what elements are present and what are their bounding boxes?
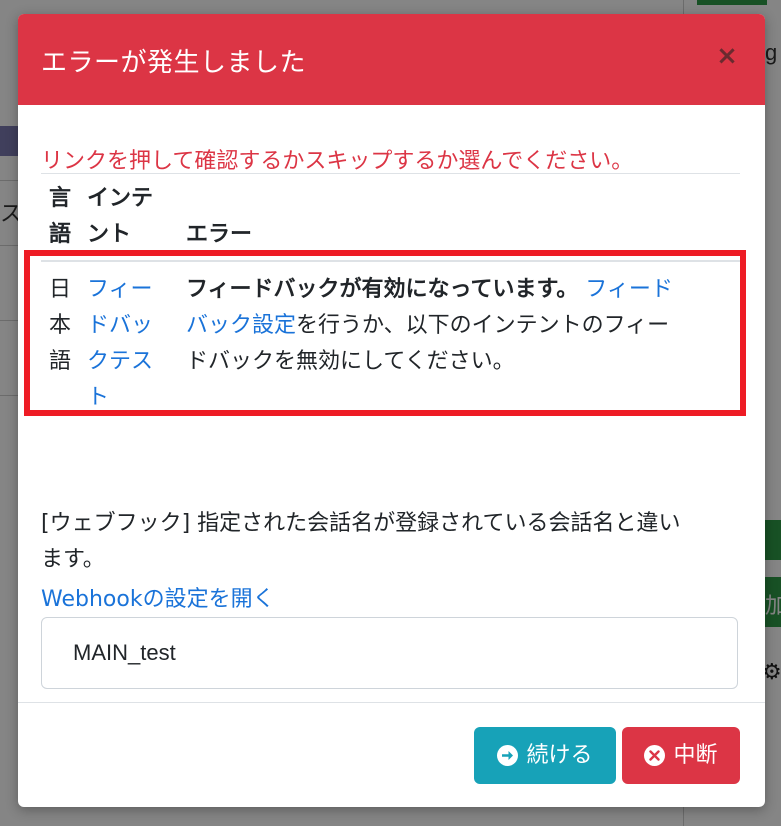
conversation-name-box: MAIN_test <box>41 617 738 689</box>
webhook-error-line: ます。 <box>41 547 105 572</box>
column-header-language: 言 語 <box>49 181 71 253</box>
table-header-divider <box>41 260 740 262</box>
intent-link-line: フィー <box>87 277 153 302</box>
arrow-right-circle-icon <box>497 745 519 766</box>
intent-link[interactable]: フィー ドバッ クテス ト <box>87 272 153 416</box>
feedback-settings-link[interactable]: バック設定 <box>186 313 296 338</box>
row-error: フィードバックが有効になっています。 フィード バック設定を行うか、以下のインテ… <box>186 272 746 380</box>
table-divider <box>41 173 740 174</box>
intent-link-line: クテス <box>87 349 154 374</box>
intent-link-line: ドバッ <box>87 313 154 338</box>
intent-link-line: ト <box>87 385 110 410</box>
column-header-intent-line: インテ <box>87 186 154 211</box>
row-language-line: 語 <box>49 349 72 374</box>
error-text: を行うか、以下のインテントのフィー <box>296 313 670 338</box>
abort-button[interactable]: 中断 <box>622 727 740 784</box>
column-header-error: エラー <box>186 222 253 247</box>
abort-label: 中断 <box>673 743 718 768</box>
row-language-line: 日 <box>49 277 72 302</box>
dialog-header: エラーが発生しました × <box>18 14 765 105</box>
x-circle-icon <box>644 745 666 766</box>
continue-label: 続ける <box>526 743 593 768</box>
dialog-title: エラーが発生しました <box>41 48 307 78</box>
instruction-text: リンクを押して確認するかスキップするか選んでください。 <box>41 149 634 174</box>
column-header-language-line: 言 <box>49 186 72 211</box>
row-language: 日 本 語 <box>49 272 71 380</box>
row-error-line: フィードバックが有効になっています。 フィード <box>186 272 746 308</box>
row-error-line: バック設定を行うか、以下のインテントのフィー <box>186 308 746 344</box>
webhook-error-line: [ウェブフック] 指定された会話名が登録されている会話名と違い <box>41 511 681 536</box>
error-bold-text: フィードバックが有効になっています。 <box>186 277 579 302</box>
column-header-intent-line: ント <box>87 222 132 247</box>
feedback-settings-link[interactable]: フィード <box>585 277 673 302</box>
error-dialog: エラーが発生しました × リンクを押して確認するかスキップするか選んでください。… <box>18 14 765 807</box>
continue-button[interactable]: 続ける <box>474 727 616 784</box>
column-header-intent: インテ ント <box>87 181 153 253</box>
open-webhook-settings-link[interactable]: Webhookの設定を開く <box>41 581 275 613</box>
footer-divider <box>18 702 765 703</box>
webhook-error-message: [ウェブフック] 指定された会話名が登録されている会話名と違い ます。 <box>41 506 741 578</box>
row-language-line: 本 <box>49 313 72 338</box>
close-icon[interactable]: × <box>715 43 739 69</box>
error-text: ドバックを無効にしてください。 <box>186 349 515 374</box>
column-header-language-line: 語 <box>49 222 72 247</box>
